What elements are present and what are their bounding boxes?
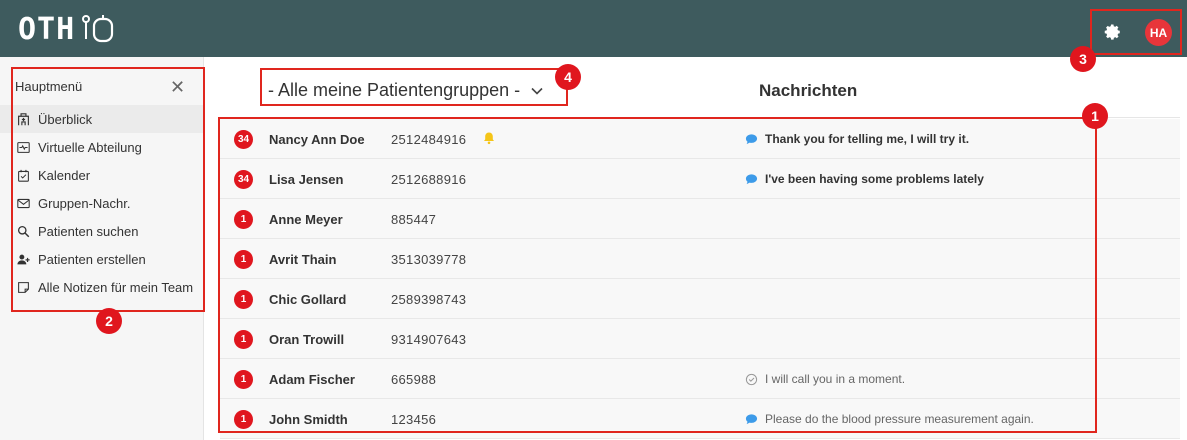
group-selector-highlight bbox=[260, 68, 568, 106]
patient-list-highlight bbox=[218, 117, 1097, 433]
app-logo[interactable]: OTH bbox=[18, 11, 117, 47]
messages-column-header: Nachrichten bbox=[759, 81, 858, 100]
iv-drip-logo-icon bbox=[82, 15, 114, 43]
logo-text: OTH bbox=[18, 11, 76, 47]
annotation-marker-2: 2 bbox=[96, 308, 122, 334]
annotation-marker-4: 4 bbox=[555, 64, 581, 90]
toolbar-highlight bbox=[1090, 9, 1182, 55]
top-bar: OTH HA bbox=[0, 0, 1187, 57]
sidebar-highlight bbox=[11, 67, 205, 312]
annotation-marker-1: 1 bbox=[1082, 103, 1108, 129]
annotation-marker-3: 3 bbox=[1070, 46, 1096, 72]
